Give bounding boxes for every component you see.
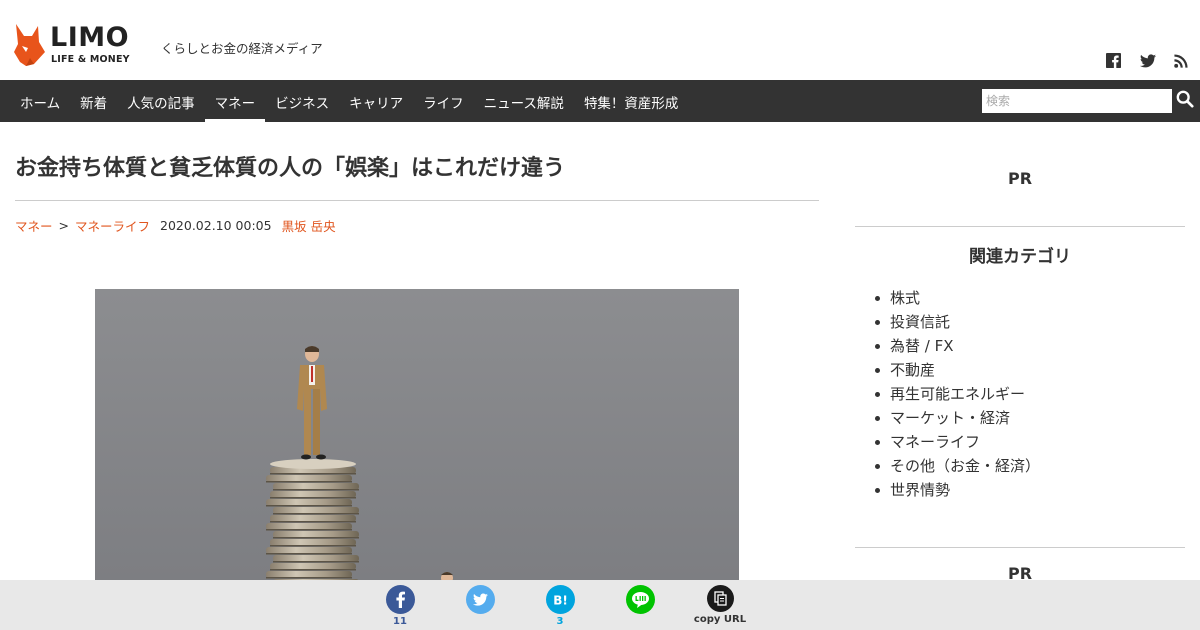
search-input[interactable] bbox=[982, 89, 1172, 113]
copy-url-label: copy URL bbox=[693, 614, 747, 625]
nav-item[interactable]: ライフ bbox=[413, 80, 474, 122]
category-link[interactable]: その他（お金・経済） bbox=[874, 454, 1040, 478]
main-nav: ホーム 新着 人気の記事 マネー ビジネス キャリア ライフ ニュース解説 特集！資産形成 bbox=[0, 80, 1200, 122]
article-hero-image bbox=[95, 289, 739, 580]
logo-wordmark: LIMO bbox=[50, 22, 130, 53]
publish-date: 2020.02.10 00:05 bbox=[160, 218, 272, 233]
title-divider bbox=[15, 200, 819, 201]
copy-url-icon bbox=[706, 585, 734, 612]
hatena-share-count: 3 bbox=[556, 616, 564, 627]
subcategory-link[interactable]: マネーライフ bbox=[75, 216, 150, 235]
site-logo[interactable]: LIMO LIFE & MONEY bbox=[12, 20, 142, 68]
sidebar-pr-top: PR bbox=[1007, 169, 1033, 188]
nav-item[interactable]: 特集！資産形成 bbox=[574, 80, 689, 122]
site-header: LIMO LIFE & MONEY くらしとお金の経済メディア bbox=[0, 0, 1200, 80]
category-link[interactable]: 為替 / FX bbox=[874, 334, 1040, 358]
article-title: お金持ち体質と貧乏体質の人の「娯楽」はこれだけ違う bbox=[15, 156, 566, 181]
category-link[interactable]: マーケット・経済 bbox=[874, 406, 1040, 430]
nav-item[interactable]: マネー bbox=[204, 80, 266, 122]
category-link[interactable]: マネーライフ bbox=[874, 430, 1040, 454]
line-icon bbox=[625, 585, 655, 614]
category-link[interactable]: マネー bbox=[15, 216, 53, 235]
hatena-bookmark-icon: B! bbox=[545, 585, 575, 614]
related-categories-list: 株式 投資信託 為替 / FX 不動産 再生可能エネルギー マーケット・経済 マネーライフそ… bbox=[874, 286, 1040, 502]
facebook-share-icon bbox=[385, 585, 415, 614]
site-tagline: くらしとお金の経済メディア bbox=[161, 41, 323, 56]
sidebar-divider bbox=[855, 547, 1185, 548]
facebook-share-count: 11 bbox=[393, 616, 407, 627]
search-icon[interactable] bbox=[1176, 90, 1196, 110]
twitter-icon[interactable] bbox=[1140, 53, 1156, 69]
nav-item[interactable]: ビジネス bbox=[265, 80, 339, 122]
article-meta: マネー > マネーライフ 2020.02.10 00:05 黒坂 岳央 bbox=[15, 216, 336, 235]
twitter-share-icon bbox=[465, 585, 495, 614]
svg-text:B!: B! bbox=[553, 594, 568, 608]
author-link[interactable]: 黒坂 岳央 bbox=[282, 216, 336, 235]
line-share-button[interactable] bbox=[610, 585, 670, 616]
nav-items: ホーム 新着 人気の記事 マネー ビジネス キャリア ライフ ニュース解説 特集！資産形成 bbox=[10, 80, 688, 122]
category-link[interactable]: 株式 bbox=[874, 286, 1040, 310]
nav-item[interactable]: 新着 bbox=[70, 80, 117, 122]
copy-url-button[interactable]: copy URL bbox=[690, 585, 750, 626]
logo-subtitle: LIFE & MONEY bbox=[51, 54, 130, 65]
facebook-icon[interactable] bbox=[1106, 53, 1122, 69]
category-link[interactable]: 不動産 bbox=[874, 358, 1040, 382]
nav-item[interactable]: キャリア bbox=[339, 80, 413, 122]
sidebar-divider bbox=[855, 226, 1185, 227]
nav-item[interactable]: ホーム bbox=[10, 80, 70, 122]
nav-item[interactable]: ニュース解説 bbox=[474, 80, 574, 122]
twitter-share-button[interactable] bbox=[450, 585, 510, 616]
fox-logo-icon bbox=[14, 24, 45, 66]
related-categories-heading: 関連カテゴリ bbox=[969, 247, 1071, 267]
facebook-share-button[interactable]: 11 bbox=[370, 585, 430, 628]
category-link[interactable]: 世界情勢 bbox=[874, 478, 1040, 502]
header-social-links bbox=[1106, 53, 1190, 69]
rss-icon[interactable] bbox=[1174, 53, 1190, 69]
category-link[interactable]: 再生可能エネルギー bbox=[874, 382, 1040, 406]
nav-item[interactable]: 人気の記事 bbox=[117, 80, 205, 122]
breadcrumb-separator: > bbox=[58, 218, 69, 233]
hatena-share-button[interactable]: B! 3 bbox=[530, 585, 590, 628]
category-link[interactable]: 投資信託 bbox=[874, 310, 1040, 334]
share-bar: 11 B! 3 copy URL bbox=[0, 580, 1200, 630]
